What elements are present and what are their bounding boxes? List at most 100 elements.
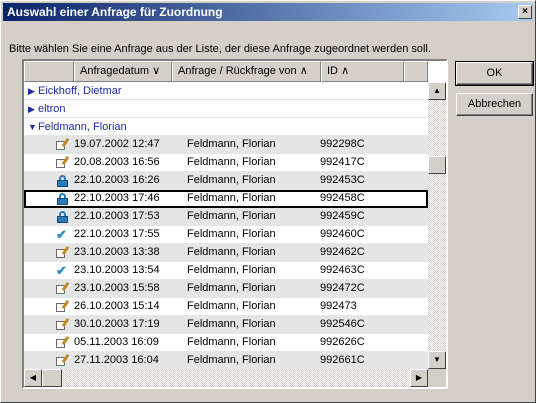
header-id[interactable]: ID ∧ [321,61,404,82]
table-row[interactable]: 22.10.2003 16:26 Feldmann, Florian 992453C [24,172,428,190]
request-id: 992417C [320,156,365,168]
sort-desc-icon: ∨ [152,65,161,77]
table-row[interactable]: 27.11.2003 16:04 Feldmann, Florian 992661C [24,352,428,370]
request-date: 23.10.2003 15:58 [74,282,160,294]
edit-icon [56,281,70,295]
lock-icon [56,211,70,223]
edit-icon [56,137,70,151]
group-eltron[interactable]: ▶ eltron [24,100,428,118]
request-id: 992462C [320,246,365,258]
edit-icon [56,299,70,313]
expand-arrow-icon[interactable]: ▶ [28,100,38,118]
edit-icon [56,155,70,169]
request-id: 992626C [320,336,365,348]
request-from: Feldmann, Florian [187,282,276,294]
request-id: 992458C [320,192,365,204]
instruction-text: Bitte wählen Sie eine Anfrage aus der Li… [9,43,431,55]
scroll-right-button[interactable]: ▶ [410,369,428,387]
table-row[interactable]: 05.11.2003 16:09 Feldmann, Florian 992626C [24,334,428,352]
row-icon-cell [24,316,74,333]
request-from: Feldmann, Florian [187,138,276,150]
request-date: 22.10.2003 16:26 [74,174,160,186]
horizontal-scroll-thumb[interactable] [42,369,62,387]
row-icon-cell: ✔ [24,226,74,243]
list-rows: ▶ Eickhoff, Dietmar ▶ eltron ▼Feldmann, Fl… [24,82,428,370]
request-date: 22.10.2003 17:53 [74,210,160,222]
sort-asc-icon: ∧ [341,65,350,77]
collapse-arrow-icon[interactable]: ▼ [28,118,38,136]
arrow-up-icon: ▲ [433,86,441,95]
edit-icon [56,245,70,259]
row-icon-cell: ✔ [24,262,74,279]
request-date: 22.10.2003 17:46 [74,192,160,204]
row-icon-cell [24,190,74,207]
row-icon-cell [24,334,74,351]
table-row[interactable]: ✔ 22.10.2003 17:55 Feldmann, Florian 992460… [24,226,428,244]
request-id: 992298C [320,138,365,150]
header-anfrage-von[interactable]: Anfrage / Rückfrage von ∧ [172,61,321,82]
row-icon-cell [24,154,74,171]
table-row[interactable]: ✔ 23.10.2003 13:54 Feldmann, Florian 992463… [24,262,428,280]
request-from: Feldmann, Florian [187,318,276,330]
request-from: Feldmann, Florian [187,156,276,168]
header-filler [404,61,428,82]
header-icon-column[interactable] [24,61,74,82]
edit-icon [56,317,70,331]
table-row[interactable]: 22.10.2003 17:53 Feldmann, Florian 992459C [24,208,428,226]
ok-button[interactable]: OK [455,61,534,86]
sort-asc-icon: ∧ [299,65,308,77]
request-date: 22.10.2003 17:55 [74,228,160,240]
table-row[interactable]: 20.08.2003 16:56 Feldmann, Florian 992417C [24,154,428,172]
row-icon-cell [24,208,74,225]
request-from: Feldmann, Florian [187,192,276,204]
check-icon: ✔ [56,263,67,278]
table-row[interactable]: 23.10.2003 15:58 Feldmann, Florian 992472C [24,280,428,298]
list-header: Anfragedatum ∨ Anfrage / Rückfrage von ∧… [24,61,428,82]
table-row[interactable]: 19.07.2002 12:47 Feldmann, Florian 992298C [24,136,428,154]
check-icon: ✔ [56,227,67,242]
request-from: Feldmann, Florian [187,264,276,276]
request-date: 20.08.2003 16:56 [74,156,160,168]
request-date: 05.11.2003 16:09 [74,336,159,348]
row-icon-cell [24,352,74,369]
request-id: 992460C [320,228,365,240]
table-row[interactable]: 30.10.2003 17:19 Feldmann, Florian 992546C [24,316,428,334]
request-from: Feldmann, Florian [187,300,276,312]
vertical-scrollbar[interactable]: ▲ ▼ [428,82,446,369]
table-row[interactable]: 26.10.2003 15:14 Feldmann, Florian 992473 [24,298,428,316]
vertical-scroll-thumb[interactable] [428,156,446,174]
assignment-dialog: Auswahl einer Anfrage für Zuordnung × Bi… [0,0,536,403]
title-bar[interactable]: Auswahl einer Anfrage für Zuordnung × [3,3,533,21]
row-icon-cell [24,172,74,189]
request-from: Feldmann, Florian [187,210,276,222]
expand-arrow-icon[interactable]: ▶ [28,82,38,100]
request-date: 23.10.2003 13:38 [74,246,160,258]
group-eickhoff[interactable]: ▶ Eickhoff, Dietmar [24,82,428,100]
request-from: Feldmann, Florian [187,228,276,240]
scrollbar-corner [428,369,446,387]
table-row[interactable]: 22.10.2003 17:46 Feldmann, Florian 992458C [24,190,428,208]
request-from: Feldmann, Florian [187,354,276,366]
scroll-left-button[interactable]: ◀ [24,369,42,387]
request-date: 23.10.2003 13:54 [74,264,160,276]
header-anfragedatum[interactable]: Anfragedatum ∨ [74,61,172,82]
table-row[interactable]: 23.10.2003 13:38 Feldmann, Florian 992462C [24,244,428,262]
request-list[interactable]: Anfragedatum ∨ Anfrage / Rückfrage von ∧… [22,59,448,389]
row-icon-cell [24,136,74,153]
request-from: Feldmann, Florian [187,246,276,258]
cancel-button[interactable]: Abbrechen [456,93,533,116]
request-id: 992546C [320,318,365,330]
group-feldmann[interactable]: ▼Feldmann, Florian [24,118,428,136]
request-id: 992472C [320,282,365,294]
scroll-down-button[interactable]: ▼ [428,351,446,369]
arrow-down-icon: ▼ [433,355,441,364]
close-button[interactable]: × [518,5,532,19]
request-date: 19.07.2002 12:47 [74,138,160,150]
row-icon-cell [24,298,74,315]
scroll-up-button[interactable]: ▲ [428,82,446,100]
request-id: 992453C [320,174,365,186]
horizontal-scrollbar[interactable]: ◀ ▶ [24,369,428,387]
lock-icon [56,175,70,187]
request-id: 992661C [320,354,365,366]
request-from: Feldmann, Florian [187,336,276,348]
